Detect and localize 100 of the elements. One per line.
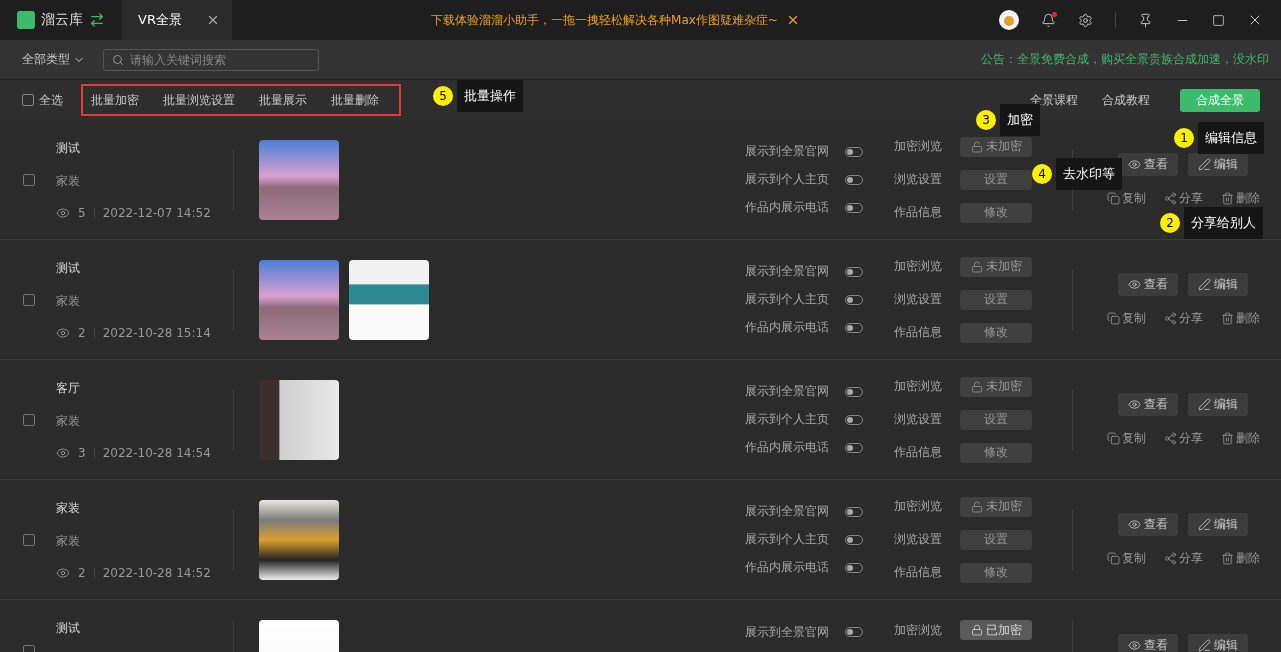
toggle-label: 展示到全景官网 (745, 383, 829, 400)
view-button[interactable]: 查看 (1118, 272, 1178, 296)
toggle-label: 作品内展示电话 (745, 199, 829, 216)
batch-action-button[interactable]: 批量浏览设置 (163, 91, 235, 109)
work-category: 家装 (56, 532, 81, 550)
setting-button[interactable]: 设置 (960, 529, 1032, 550)
encryption-button[interactable]: 未加密 (960, 256, 1032, 277)
work-date: 2022-12-07 14:52 (102, 205, 211, 220)
setting-button[interactable]: 设置 (960, 289, 1032, 310)
setting-label: 加密浏览 (894, 138, 942, 155)
batch-action-button[interactable]: 批量删除 (331, 91, 379, 109)
tutorial-link[interactable]: 合成教程 (1102, 91, 1150, 109)
toggle-label: 展示到个人主页 (745, 171, 829, 188)
view-button[interactable]: 查看 (1118, 512, 1178, 536)
encryption-button[interactable]: 未加密 (960, 376, 1032, 397)
edit-button[interactable]: 编辑 (1188, 152, 1248, 176)
toggle-label: 展示到个人主页 (745, 291, 829, 308)
search-field[interactable]: 请输入关键词搜索 (103, 48, 319, 71)
share-icon (1163, 191, 1177, 205)
vr-tab[interactable]: VR全景 (122, 0, 232, 40)
photo-placeholder[interactable] (259, 499, 339, 580)
encryption-button[interactable]: 未加密 (960, 136, 1032, 157)
setting-label: 浏览设置 (894, 531, 942, 548)
work-date: 2022-10-28 14:54 (102, 445, 211, 460)
view-button[interactable]: 查看 (1118, 392, 1178, 416)
views-icon (56, 205, 70, 220)
unlock-icon (970, 260, 983, 273)
trash-icon (1220, 191, 1234, 205)
batch-action-button[interactable]: 批量加密 (91, 91, 139, 109)
pin-icon[interactable] (1138, 12, 1153, 28)
delete-link[interactable]: 删除 (1220, 549, 1260, 567)
toggle-label: 作品内展示电话 (745, 439, 829, 456)
callout-tooltip: 编辑信息 (1198, 122, 1264, 154)
settings-icon[interactable] (1078, 12, 1093, 28)
work-title: 测试 (56, 620, 81, 637)
step-number-badge: 4 (1032, 164, 1052, 184)
delete-link[interactable]: 删除 (1220, 189, 1260, 207)
pencil-icon (1198, 397, 1211, 411)
edit-button[interactable]: 编辑 (1188, 512, 1248, 536)
select-all-checkbox[interactable]: 全选 (22, 91, 63, 109)
share-link[interactable]: 分享 (1163, 189, 1203, 207)
avatar[interactable] (999, 10, 1019, 30)
view-count: 5 (78, 205, 86, 220)
edit-button[interactable]: 编辑 (1188, 634, 1248, 652)
view-count: 2 (78, 325, 86, 340)
step-number-badge: 1 (1174, 128, 1194, 148)
share-link[interactable]: 分享 (1163, 549, 1203, 567)
eye-icon (1128, 157, 1141, 171)
step-number-badge: 2 (1160, 213, 1180, 233)
setting-button[interactable]: 修改 (960, 202, 1032, 223)
row-checkbox[interactable] (23, 173, 35, 186)
trash-icon (1220, 311, 1234, 325)
close-icon[interactable] (206, 13, 220, 27)
batch-action-button[interactable]: 批量展示 (259, 91, 307, 109)
share-icon (1163, 431, 1177, 445)
eye-icon (1128, 277, 1141, 291)
row-checkbox[interactable] (23, 293, 35, 306)
switch-icon[interactable] (89, 12, 105, 28)
toggle-label: 展示到个人主页 (745, 531, 829, 548)
setting-button[interactable]: 修改 (960, 562, 1032, 583)
unlock-icon (970, 140, 983, 153)
setting-label: 作品信息 (894, 204, 942, 221)
encryption-button[interactable]: 已加密 (960, 620, 1032, 640)
notification-icon[interactable] (1041, 12, 1056, 28)
edit-button[interactable]: 编辑 (1188, 272, 1248, 296)
view-button[interactable]: 查看 (1118, 634, 1178, 652)
share-link[interactable]: 分享 (1163, 309, 1203, 327)
encryption-button[interactable]: 未加密 (960, 496, 1032, 517)
photo-placeholder[interactable] (259, 379, 339, 460)
setting-button[interactable]: 设置 (960, 169, 1032, 190)
row-checkbox[interactable] (23, 533, 35, 546)
copy-icon (1106, 551, 1120, 565)
setting-button[interactable]: 设置 (960, 409, 1032, 430)
copy-link[interactable]: 复制 (1106, 309, 1146, 327)
delete-link[interactable]: 删除 (1220, 309, 1260, 327)
setting-button[interactable]: 修改 (960, 442, 1032, 463)
pencil-icon (1198, 517, 1211, 531)
pencil-icon (1198, 277, 1211, 291)
copy-icon (1106, 311, 1120, 325)
type-filter[interactable]: 全部类型 (22, 51, 85, 68)
copy-link[interactable]: 复制 (1106, 429, 1146, 447)
setting-button[interactable]: 修改 (960, 322, 1032, 343)
copy-link[interactable]: 复制 (1106, 549, 1146, 567)
maximize-icon[interactable] (1212, 13, 1225, 27)
view-button[interactable]: 查看 (1118, 152, 1178, 176)
row-checkbox[interactable] (23, 413, 35, 426)
copy-link[interactable]: 复制 (1106, 189, 1146, 207)
promo-banner[interactable]: 下载体验溜溜小助手，一拖一拽轻松解决各种Max作图疑难杂症~ (431, 11, 778, 29)
share-link[interactable]: 分享 (1163, 429, 1203, 447)
setting-label: 作品信息 (894, 444, 942, 461)
unlock-icon (970, 380, 983, 393)
work-date: 2022-10-28 15:14 (102, 325, 211, 340)
trash-icon (1220, 431, 1234, 445)
notice-text: 公告：全景免费合成，购买全景贵族合成加速，没水印 (981, 51, 1269, 68)
delete-link[interactable]: 删除 (1220, 429, 1260, 447)
setting-label: 作品信息 (894, 324, 942, 341)
search-input[interactable]: 请输入关键词搜索 (130, 52, 310, 67)
edit-button[interactable]: 编辑 (1188, 392, 1248, 416)
views-icon (56, 325, 70, 340)
share-icon (1163, 311, 1177, 325)
